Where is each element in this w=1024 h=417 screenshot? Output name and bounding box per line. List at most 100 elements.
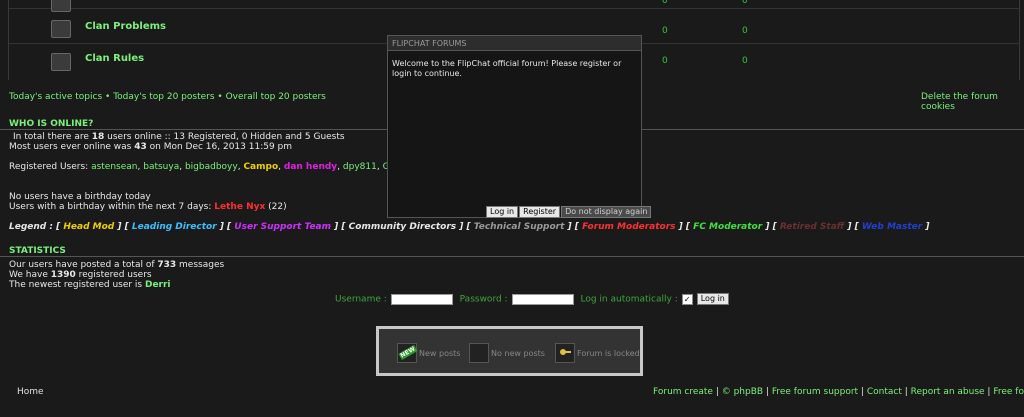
separator: | [763,387,772,397]
bracket: [ [851,222,862,232]
footer-link[interactable]: Report an abuse [911,387,985,397]
online-count: 18 [91,132,105,142]
login-bar: Username : Password : Log in automatical… [335,293,729,305]
username-label: Username : [335,294,387,305]
delete-cookies-link[interactable]: Delete the forum cookies [921,92,1024,112]
popup-register-button[interactable]: Register [519,206,561,218]
record-prefix: Most users ever online was [9,142,135,152]
no-new-posts-icon [469,343,489,363]
popup-title[interactable]: FLIPCHAT FORUMS [388,36,641,51]
topics-count: 0 [662,26,668,36]
popup-login-button[interactable]: Log in [486,206,519,218]
footer-link[interactable]: Free forum support [772,387,858,397]
forum-title[interactable]: Clan Problems [85,21,166,32]
legend-group-link[interactable]: Technical Support [474,222,565,232]
bracket: [ [463,222,474,232]
legend-groups: [ Head Mod ] [ Leading Director ] [ User… [56,222,929,232]
registered-users-label: Registered Users: [9,162,92,172]
username-input[interactable] [390,293,453,305]
footer-link[interactable]: © phpBB [722,387,763,397]
icon-legend: NEW New posts No new posts Forum is lock… [376,326,643,376]
bracket: [ [682,222,694,232]
password-label: Password : [459,294,508,305]
online-total-suffix: users online :: 13 Registered, 0 Hidden … [104,132,345,142]
forum-title[interactable]: Clan Rules [85,53,144,64]
separator: | [901,387,911,397]
password-input[interactable] [511,293,574,305]
separator: | [858,387,867,397]
home-link[interactable]: Home [17,387,44,397]
legend-group-link[interactable]: Head Mod [63,222,114,232]
legend-label: Legend : [9,222,57,232]
top20-today-link[interactable]: Today's top 20 posters [113,92,214,102]
stats-posts: Our users have posted a total of 733 mes… [9,260,224,270]
stats-users-suffix: registered users [75,270,152,280]
legend-group-link[interactable]: User Support Team [234,222,331,232]
legend-group-link[interactable]: Forum Moderators [582,222,675,232]
login-button[interactable]: Log in [696,293,729,305]
stats-posts-count: 733 [157,260,177,270]
online-user-link[interactable]: dan hendy [284,162,337,172]
stats-posts-suffix: messages [176,260,225,270]
online-user-link[interactable]: bigbadboyy [185,162,238,172]
online-total-prefix: In total there are [13,132,92,142]
online-record: Most users ever online was 43 on Mon Dec… [9,142,292,152]
stats-users-prefix: We have [9,270,51,280]
folder-icon [51,20,71,38]
bracket: [ [223,222,235,232]
new-posts-label: New posts [419,349,461,358]
top20-overall-link[interactable]: Overall top 20 posters [226,92,326,102]
bracket: ] [564,222,572,232]
birthday-user-link[interactable]: Lethe Nyx [214,202,265,212]
birthday-today: No users have a birthday today [9,192,151,202]
stats-newest-prefix: The newest registered user is [9,280,145,290]
legend-group-link[interactable]: Leading Director [132,222,217,232]
legend-group-link[interactable]: Web Master [862,222,922,232]
bracket: ] [922,222,930,232]
quick-links: Today's active topics • Today's top 20 p… [9,92,326,102]
separator: | [712,387,722,397]
statistics-title: STATISTICS [9,246,66,256]
divider [0,256,1024,257]
stats-users-count: 1390 [50,270,76,280]
active-topics-link[interactable]: Today's active topics [9,92,102,102]
legend-group-link[interactable]: FC Moderator [693,222,762,232]
group-legend: Legend : [ Head Mod ] [ Leading Director… [9,222,929,232]
legend-group-link[interactable]: Retired Staff [780,222,844,232]
footer-links: Forum create | © phpBB | Free forum supp… [653,387,1024,397]
popup-dismiss-button[interactable]: Do not display again [561,206,652,218]
stats-users: We have 1390 registered users [9,270,152,280]
online-user-link[interactable]: astensean [91,162,137,172]
bracket: [ [769,222,780,232]
footer-link[interactable]: Forum create [653,387,713,397]
new-badge: NEW [398,345,418,360]
online-user-link[interactable]: batsuya [143,162,179,172]
bracket: [ [121,222,132,232]
footer-link[interactable]: Free forums [993,387,1024,397]
bracket: ] [216,222,224,232]
bracket: ] [675,222,683,232]
online-user-link[interactable]: dpy811 [343,162,377,172]
forum-row[interactable]: 0 0 [9,0,1019,12]
bracket: [ [571,222,583,232]
stats-newest: The newest registered user is Derri [9,280,171,290]
auto-login-label: Log in automatically : [580,294,678,305]
registered-users-list: astensean, batsuya, bigbadboyy, Campo, d… [91,162,424,172]
registered-users-line: Registered Users: astensean, batsuya, bi… [9,162,424,172]
legend-group-link[interactable]: Community Directors [349,222,456,232]
separator: | [984,387,994,397]
birthday-age: (22) [265,202,287,212]
topics-count: 0 [662,56,668,66]
footer-link[interactable]: Contact [867,387,902,397]
posts-count: 0 [742,56,748,66]
who-is-online-title: WHO IS ONLINE? [9,119,94,129]
locked-label: Forum is locked [577,349,640,358]
newest-user-link[interactable]: Derri [145,280,171,290]
popup-message: Welcome to the FlipChat official forum! … [392,59,622,78]
record-suffix: on Mon Dec 16, 2013 11:59 pm [146,142,293,152]
auto-login-checkbox[interactable]: ✓ [681,293,693,305]
online-user-link[interactable]: Campo [243,162,278,172]
locked-icon [555,343,575,363]
bracket: [ [338,222,349,232]
birthday-week: Users with a birthday within the next 7 … [9,202,287,212]
